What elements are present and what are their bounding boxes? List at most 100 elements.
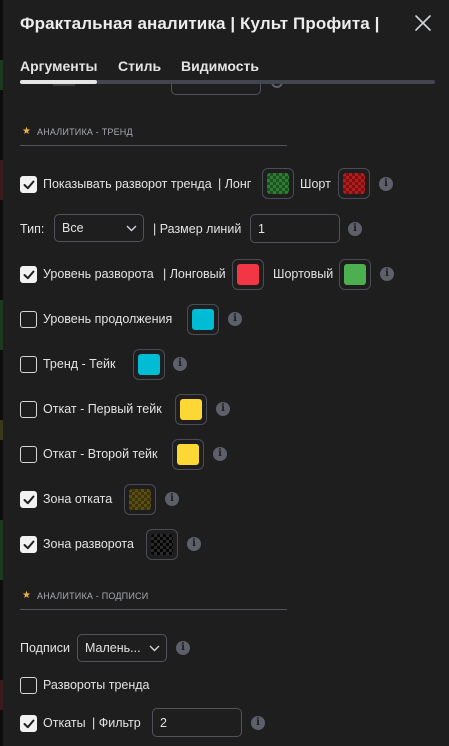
second-take-checkbox[interactable] [20, 446, 37, 463]
trend-take-checkbox[interactable] [20, 356, 37, 373]
check-icon [23, 495, 35, 505]
labels-size-select[interactable]: Малень... [77, 634, 167, 662]
section-labels-header: ★ АНАЛИТИКА - ПОДПИСИ [20, 586, 287, 610]
short-level-label: Шортовый [273, 267, 334, 281]
section-trend-header: ★ АНАЛИТИКА - ТРЕНД [20, 122, 287, 146]
show-reversal-label: Показывать разворот тренда [43, 177, 212, 191]
show-reversal-checkbox[interactable] [20, 176, 37, 193]
reversal-long-color-swatch[interactable] [232, 259, 264, 290]
filter-value: 2 [160, 716, 167, 730]
first-take-color-swatch[interactable] [175, 394, 207, 425]
pullback-zone-color-swatch[interactable] [124, 484, 156, 515]
continuation-level-checkbox[interactable] [20, 311, 37, 328]
section-trend-title: АНАЛИТИКА - ТРЕНД [37, 127, 133, 137]
trend-reversals-checkbox[interactable] [20, 677, 37, 694]
info-icon[interactable]: i [228, 312, 242, 326]
filter-input[interactable]: 2 [152, 708, 242, 737]
trend-take-color-swatch[interactable] [133, 349, 165, 380]
settings-dialog: Фрактальная аналитика | Культ Профита | … [3, 0, 449, 746]
info-icon[interactable]: i [348, 222, 362, 236]
trend-take-color [138, 354, 160, 375]
type-label: Тип: [20, 222, 45, 236]
row-pullbacks: Откаты | Фильтр 2 i [3, 707, 449, 737]
info-icon[interactable]: i [213, 447, 227, 461]
continuation-level-label: Уровень продолжения [43, 312, 173, 326]
row-show-reversal: Показывать разворот тренда | Лонг Шорт i [3, 168, 449, 199]
row-reversal-zone: Зона разворота i [3, 529, 449, 560]
info-icon[interactable]: i [165, 492, 179, 506]
labels-label: Подписи [20, 641, 70, 655]
type-select[interactable]: Все [54, 214, 144, 242]
reversal-zone-label: Зона разворота [43, 537, 134, 551]
reversal-zone-checkbox[interactable] [20, 536, 37, 553]
long-level-label: | Лонговый [163, 267, 226, 281]
dialog-header: Фрактальная аналитика | Культ Профита | [3, 0, 449, 50]
reversal-long-color [237, 264, 259, 285]
reversal-short-color-swatch[interactable] [339, 259, 371, 290]
pullback-zone-checkbox[interactable] [20, 491, 37, 508]
info-icon[interactable]: i [216, 402, 230, 416]
dialog-title: Фрактальная аналитика | Культ Профита | [20, 14, 380, 33]
row-continuation-level: Уровень продолжения i [3, 304, 449, 335]
second-take-label: Откат - Второй тейк [43, 447, 158, 461]
section-labels-title: АНАЛИТИКА - ПОДПИСИ [37, 591, 149, 601]
info-icon[interactable]: i [251, 716, 265, 730]
partial-info-icon [271, 84, 283, 88]
chevron-down-icon [149, 645, 160, 652]
tab-arguments[interactable]: Аргументы [20, 58, 98, 74]
row-trend-reversals: Развороты тренда [3, 674, 449, 704]
reversal-short-color [344, 264, 366, 285]
type-select-value: Все [62, 221, 84, 235]
row-type: Тип: Все | Размер линий 1 i [3, 214, 449, 244]
settings-scroll-area[interactable]: ★ АНАЛИТИКА - ТРЕНД Показывать разворот … [3, 84, 449, 746]
long-trend-color-swatch[interactable] [262, 168, 294, 199]
first-take-color [180, 399, 202, 420]
reversal-zone-color [151, 534, 173, 555]
tab-visibility[interactable]: Видимость [181, 58, 259, 74]
chevron-down-icon [126, 225, 137, 232]
reversal-level-label: Уровень разворота [43, 267, 154, 281]
short-trend-color-swatch[interactable] [338, 168, 370, 199]
info-icon[interactable]: i [173, 357, 187, 371]
check-icon [23, 180, 35, 190]
info-icon[interactable]: i [176, 641, 190, 655]
check-icon [23, 719, 35, 729]
row-pullback-zone: Зона отката i [3, 484, 449, 515]
row-trend-take: Тренд - Тейк i [3, 349, 449, 380]
first-take-label: Откат - Первый тейк [43, 402, 162, 416]
info-icon[interactable]: i [380, 267, 394, 281]
row-labels: Подписи Малень... i [3, 634, 449, 664]
check-icon [23, 270, 35, 280]
tab-style[interactable]: Стиль [118, 58, 161, 74]
info-icon[interactable]: i [187, 537, 201, 551]
first-take-checkbox[interactable] [20, 401, 37, 418]
row-reversal-level: Уровень разворота | Лонговый Шортовый i [3, 259, 449, 290]
info-icon[interactable]: i [379, 177, 393, 191]
trend-take-label: Тренд - Тейк [43, 357, 116, 371]
pullback-zone-label: Зона отката [43, 492, 113, 506]
short-label: Шорт [300, 177, 331, 191]
line-size-value: 1 [258, 222, 265, 236]
check-icon [23, 540, 35, 550]
reversal-zone-color-swatch[interactable] [146, 529, 178, 560]
second-take-color [177, 444, 199, 465]
close-icon[interactable] [412, 12, 434, 34]
continuation-color [192, 309, 214, 330]
partial-row-label [53, 84, 75, 86]
pullbacks-checkbox[interactable] [20, 715, 37, 732]
star-icon: ★ [22, 126, 31, 137]
pullback-zone-color [129, 489, 151, 510]
partial-input-field[interactable] [171, 84, 261, 95]
row-second-take: Откат - Второй тейк i [3, 439, 449, 470]
reversal-level-checkbox[interactable] [20, 266, 37, 283]
line-size-label: | Размер линий [153, 222, 242, 236]
line-size-input[interactable]: 1 [250, 214, 340, 243]
second-take-color-swatch[interactable] [172, 439, 204, 470]
filter-label: | Фильтр [92, 716, 141, 730]
trend-reversals-label: Развороты тренда [43, 678, 150, 692]
row-first-take: Откат - Первый тейк i [3, 394, 449, 425]
star-icon: ★ [22, 590, 31, 601]
continuation-color-swatch[interactable] [187, 304, 219, 335]
long-label: | Лонг [218, 177, 252, 191]
short-trend-color [343, 173, 365, 194]
